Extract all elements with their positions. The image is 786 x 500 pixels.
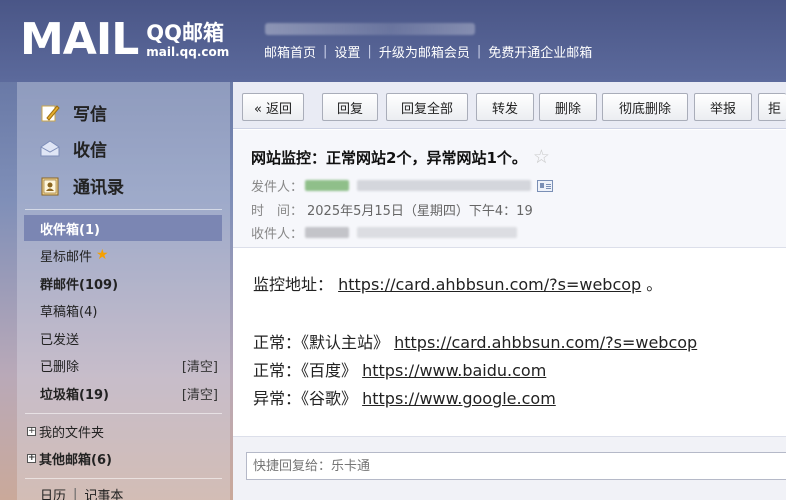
google-link[interactable]: https://www.google.com [362, 389, 556, 408]
nav-separator: | [367, 44, 372, 59]
sidebar-bottom-links: 日历 | 记事本 [24, 481, 222, 500]
email-header: 网站监控：正常网站2个，异常网站1个。 ☆ 发件人： 时 间： 2025年5月1… [233, 130, 786, 248]
email-view: « 返回 回复 回复全部 转发 删除 彻底删除 举报 拒 网站监控：正常网站2个… [233, 82, 786, 500]
nav-separator: | [323, 44, 328, 59]
permanent-delete-button[interactable]: 彻底删除 [602, 93, 688, 121]
sender-address-blurred [357, 180, 532, 191]
folder-deleted[interactable]: 已删除 [清空] [24, 352, 222, 378]
sidebar-divider [25, 478, 222, 479]
sender-label: 发件人： [251, 180, 304, 195]
time-value: 2025年5月15日（星期四）下午4：19 [307, 204, 533, 219]
email-body: 监控地址： https://card.ahbbsun.com/?s=webcop… [233, 249, 786, 435]
star-icon: ★ [96, 247, 109, 263]
folder-sent-label: 已发送 [40, 332, 80, 348]
notepad-link[interactable]: 记事本 [84, 485, 123, 500]
nav-separator: | [476, 44, 482, 59]
nav-enterprise-mail[interactable]: 免费开通企业邮箱 [488, 42, 592, 61]
logo-mail-text: MAIL [20, 14, 139, 65]
folder-drafts-label: 草稿箱(4) [40, 304, 98, 320]
left-sidebar: 写信 收信 通讯录 收件箱(1) 星标邮件 ★ 群邮件(109) 草稿箱(4) … [17, 82, 230, 500]
star-toggle-icon[interactable]: ☆ [533, 146, 550, 168]
delete-button[interactable]: 删除 [539, 93, 597, 121]
folder-spam[interactable]: 垃圾箱(19) [清空] [24, 380, 222, 406]
baidu-link[interactable]: https://www.baidu.com [362, 361, 546, 380]
receive-button[interactable]: 收信 [39, 136, 107, 161]
nav-upgrade-vip[interactable]: 升级为邮箱会员 [379, 42, 470, 61]
empty-spam-button[interactable]: [清空] [182, 384, 218, 403]
back-button[interactable]: « 返回 [242, 93, 304, 121]
reply-button[interactable]: 回复 [322, 93, 378, 121]
email-subject-text: 网站监控：正常网站2个，异常网站1个。 [251, 148, 527, 167]
sender-row: 发件人： [251, 176, 554, 195]
report-button[interactable]: 举报 [694, 93, 752, 121]
body-line-baidu: 正常：《百度》 https://www.baidu.com [253, 357, 546, 381]
folder-group-mail[interactable]: 群邮件(109) [24, 270, 222, 296]
baidu-label: 正常：《百度》 [253, 361, 358, 380]
folder-sent[interactable]: 已发送 [24, 325, 222, 351]
email-subject: 网站监控：正常网站2个，异常网站1个。 ☆ [251, 146, 550, 168]
compose-button[interactable]: 写信 [39, 100, 107, 125]
folder-starred-label: 星标邮件 [40, 249, 93, 265]
calendar-link[interactable]: 日历 [40, 485, 66, 500]
recipient-label: 收件人： [251, 227, 304, 242]
monitor-address-link[interactable]: https://card.ahbbsun.com/?s=webcop [338, 275, 641, 294]
bottom-separator: | [73, 486, 78, 500]
expand-plus-icon[interactable]: + [27, 453, 36, 463]
contact-card-icon[interactable] [537, 179, 554, 192]
folder-drafts[interactable]: 草稿箱(4) [24, 297, 222, 323]
nav-mail-home[interactable]: 邮箱首页 [264, 42, 316, 61]
contacts-icon [39, 175, 61, 197]
reject-button[interactable]: 拒 [758, 93, 786, 121]
quick-reply-area [233, 436, 786, 500]
inbox-icon [39, 138, 61, 160]
folder-my-folders[interactable]: + 我的文件夹 [24, 418, 222, 444]
monitor-address-end: 。 [646, 275, 663, 294]
contacts-label: 通讯录 [73, 178, 124, 198]
sidebar-divider [25, 209, 222, 210]
folder-inbox[interactable]: 收件箱(1) [24, 215, 222, 241]
folder-deleted-label: 已删除 [40, 359, 80, 375]
my-folders-label: 我的文件夹 [39, 425, 105, 441]
folder-spam-label: 垃圾箱(19) [40, 387, 109, 403]
recipient-name-blurred [305, 227, 350, 238]
email-toolbar: « 返回 回复 回复全部 转发 删除 彻底删除 举报 拒 [233, 82, 786, 129]
sender-name-blurred [305, 180, 350, 191]
monitor-address-label: 监控地址： [253, 275, 334, 294]
logo-url-text: mail.qq.com [146, 45, 230, 59]
default-site-link[interactable]: https://card.ahbbsun.com/?s=webcop [394, 333, 697, 352]
google-label: 异常：《谷歌》 [253, 389, 358, 408]
body-line-google: 异常：《谷歌》 https://www.google.com [253, 385, 556, 409]
header: MAIL QQ邮箱 mail.qq.com 邮箱首页 | 设置 | 升级为邮箱会… [0, 0, 786, 82]
contacts-button[interactable]: 通讯录 [39, 173, 124, 198]
empty-deleted-button[interactable]: [清空] [182, 356, 218, 375]
top-nav: 邮箱首页 | 设置 | 升级为邮箱会员 | 免费开通企业邮箱 [264, 42, 592, 61]
pencil-icon [39, 102, 61, 124]
reply-all-button[interactable]: 回复全部 [386, 93, 468, 121]
time-row: 时 间： 2025年5月15日（星期四）下午4：19 [251, 200, 533, 219]
user-account-blurred [265, 23, 475, 35]
nav-settings[interactable]: 设置 [334, 42, 360, 61]
receive-label: 收信 [73, 141, 107, 161]
body-line-default-site: 正常：《默认主站》 https://card.ahbbsun.com/?s=we… [253, 329, 697, 353]
sidebar-divider [25, 413, 222, 414]
recipient-address-blurred [357, 227, 518, 238]
quick-reply-input[interactable] [246, 452, 786, 480]
folder-other-mailboxes[interactable]: + 其他邮箱(6) [24, 445, 222, 471]
other-mailboxes-label: 其他邮箱(6) [39, 452, 112, 468]
logo-cn-text: QQ邮箱 [146, 21, 224, 45]
folder-starred[interactable]: 星标邮件 ★ [24, 242, 222, 268]
forward-button[interactable]: 转发 [476, 93, 534, 121]
qq-mail-logo[interactable]: MAIL QQ邮箱 mail.qq.com [20, 18, 229, 62]
time-label: 时 间： [251, 204, 304, 219]
expand-plus-icon[interactable]: + [27, 426, 36, 436]
folder-group-mail-label: 群邮件(109) [40, 277, 119, 293]
folder-inbox-label: 收件箱(1) [40, 222, 100, 238]
recipient-row: 收件人： [251, 223, 518, 242]
body-line-monitor-address: 监控地址： https://card.ahbbsun.com/?s=webcop… [253, 271, 662, 295]
default-site-label: 正常：《默认主站》 [253, 333, 390, 352]
compose-label: 写信 [73, 105, 107, 125]
